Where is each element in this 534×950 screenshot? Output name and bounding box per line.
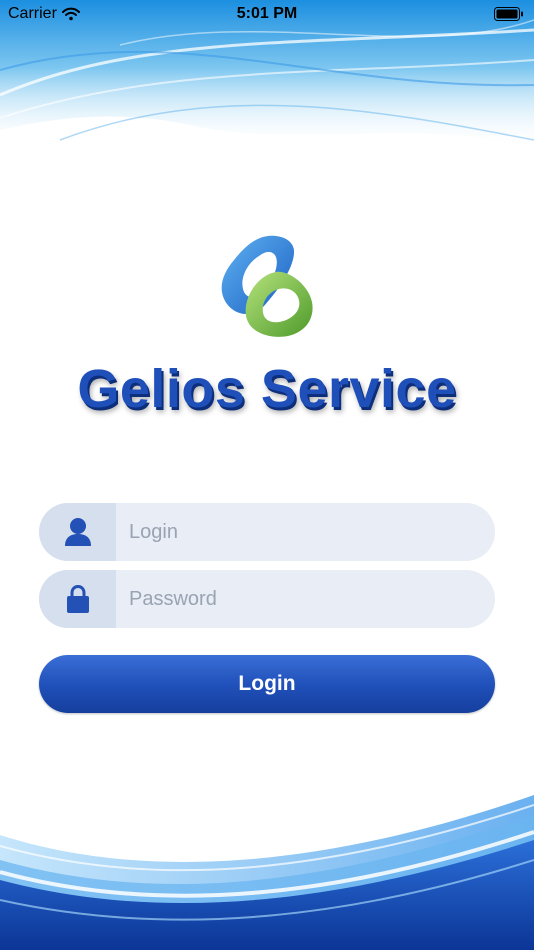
password-icon-cell [39, 570, 116, 628]
password-field[interactable] [39, 570, 495, 628]
gelios-logo-icon [221, 235, 313, 337]
brand-title: Gelios Service [77, 359, 457, 419]
login-field[interactable] [39, 503, 495, 561]
login-button[interactable]: Login [39, 655, 495, 713]
battery-icon [494, 7, 524, 26]
user-icon [64, 518, 91, 546]
login-icon-cell [39, 503, 116, 561]
background-waves [0, 0, 534, 950]
password-input[interactable] [129, 570, 479, 628]
login-input[interactable] [129, 503, 479, 561]
status-bar: Carrier 5:01 PM [0, 0, 534, 30]
lock-icon [66, 584, 89, 613]
status-time: 5:01 PM [236, 5, 298, 22]
